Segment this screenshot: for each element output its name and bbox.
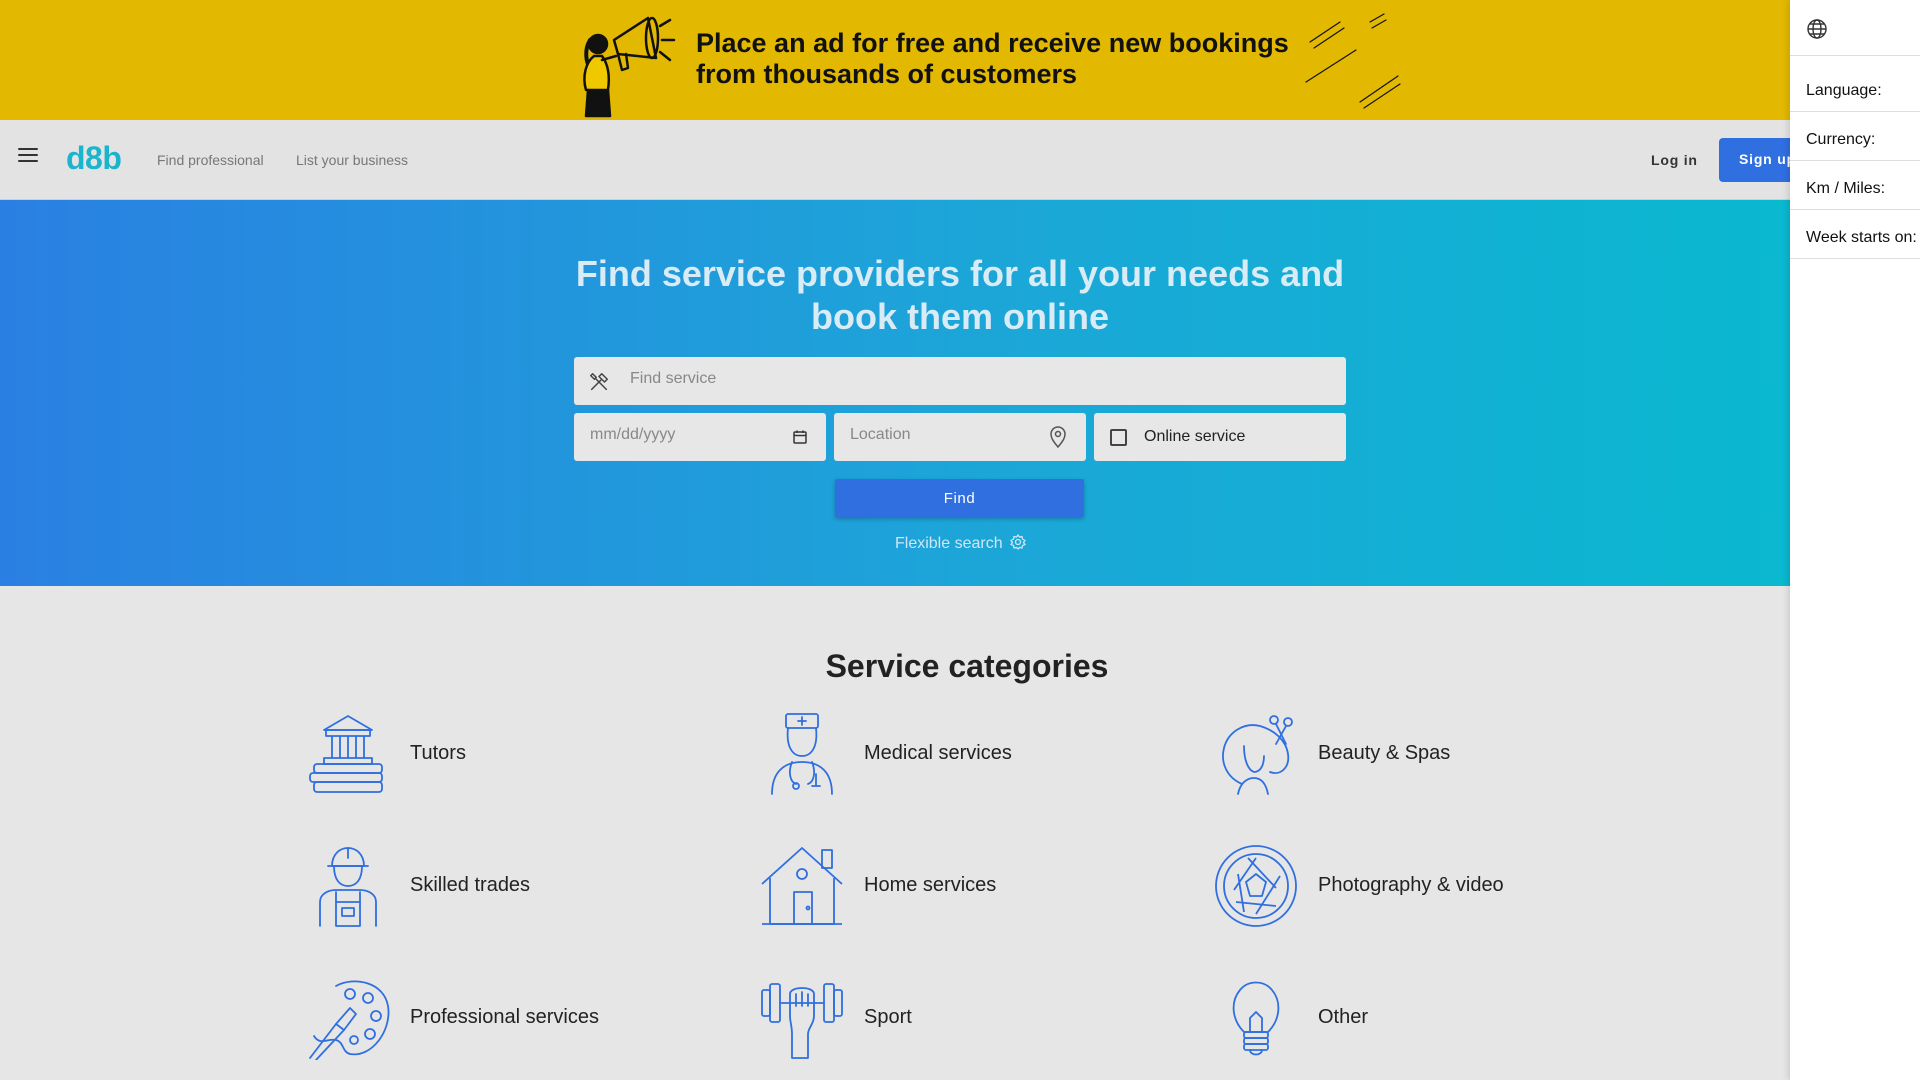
categories-title: Service categories xyxy=(825,648,1109,684)
location-input[interactable] xyxy=(850,426,1040,444)
settings-icon[interactable] xyxy=(1010,534,1026,550)
hero-search-section: Find service providers for all your need… xyxy=(0,200,1790,586)
category-label: Home services xyxy=(864,874,997,896)
distance-unit-setting[interactable]: Km / Miles: xyxy=(1790,161,1920,210)
tools-icon xyxy=(590,373,608,391)
category-label: Beauty & Spas xyxy=(1318,742,1451,764)
promo-banner[interactable]: Place an ad for free and receive new boo… xyxy=(0,0,1790,120)
category-label: Other xyxy=(1318,1006,1369,1028)
service-search-field[interactable] xyxy=(574,357,1346,405)
palette-icon xyxy=(309,980,390,1060)
login-button[interactable]: Log in xyxy=(1651,152,1698,168)
decorative-lines xyxy=(1305,13,1401,109)
library-icon xyxy=(309,715,383,793)
date-field[interactable] xyxy=(574,413,826,461)
top-navbar: d8b Find professional List your business… xyxy=(0,120,1819,200)
category-label: Skilled trades xyxy=(410,874,531,896)
worker-icon xyxy=(319,847,377,927)
online-service-checkbox[interactable] xyxy=(1110,429,1127,446)
category-label: Professional services xyxy=(410,1006,599,1028)
dumbbell-icon xyxy=(761,983,843,1059)
list-business-link[interactable]: List your business xyxy=(296,152,408,168)
woman-scissors-icon xyxy=(1222,715,1293,795)
banner-text: Place an ad for free and receive new boo… xyxy=(696,28,1289,89)
calendar-icon[interactable] xyxy=(792,429,808,445)
settings-panel: Language: Currency: Km / Miles: Week sta… xyxy=(1790,0,1920,1080)
house-icon xyxy=(761,847,843,925)
nurse-icon xyxy=(771,713,833,795)
category-label: Photography & video xyxy=(1318,874,1504,896)
woman-megaphone-illustration xyxy=(583,16,676,118)
online-service-field[interactable]: Online service xyxy=(1094,413,1346,461)
category-label: Sport xyxy=(864,1006,912,1028)
language-setting[interactable]: Language: xyxy=(1790,63,1920,112)
panel-header xyxy=(1790,0,1920,56)
category-label: Tutors xyxy=(410,742,466,764)
menu-icon[interactable] xyxy=(18,148,38,164)
location-field[interactable] xyxy=(834,413,1086,461)
location-pin-icon xyxy=(1050,426,1066,448)
globe-icon[interactable] xyxy=(1806,18,1828,40)
flexible-search-link[interactable]: Flexible search xyxy=(895,535,1003,553)
date-input[interactable] xyxy=(590,426,780,444)
find-professional-link[interactable]: Find professional xyxy=(157,152,264,168)
aperture-icon xyxy=(1215,845,1297,927)
currency-setting[interactable]: Currency: xyxy=(1790,112,1920,161)
hero-title: Find service providers for all your need… xyxy=(575,253,1345,337)
week-start-setting[interactable]: Week starts on: xyxy=(1790,210,1920,259)
category-label: Medical services xyxy=(864,742,1012,764)
find-button[interactable]: Find xyxy=(835,479,1084,517)
logo[interactable]: d8b xyxy=(66,140,122,177)
service-search-input[interactable] xyxy=(630,370,1330,388)
online-service-label: Online service xyxy=(1144,428,1246,445)
lightbulb-icon xyxy=(1232,981,1280,1056)
